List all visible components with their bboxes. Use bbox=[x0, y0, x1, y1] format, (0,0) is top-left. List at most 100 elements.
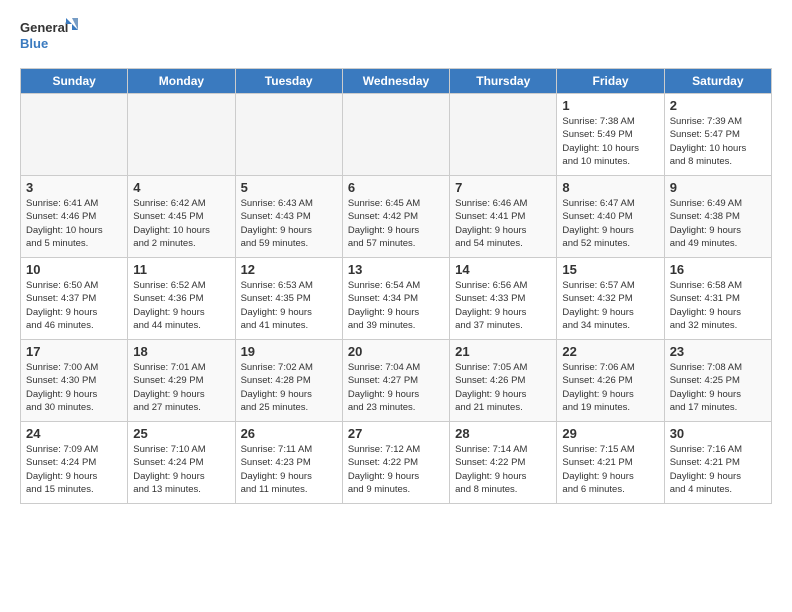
day-number: 17 bbox=[26, 344, 122, 359]
week-row-3: 17 Sunrise: 7:00 AM Sunset: 4:30 PM Dayli… bbox=[21, 340, 772, 422]
weekday-friday: Friday bbox=[557, 69, 664, 94]
day-info: Sunrise: 6:45 AM Sunset: 4:42 PM Dayligh… bbox=[348, 197, 444, 250]
day-info: Sunrise: 7:14 AM Sunset: 4:22 PM Dayligh… bbox=[455, 443, 551, 496]
day-info: Sunrise: 6:41 AM Sunset: 4:46 PM Dayligh… bbox=[26, 197, 122, 250]
day-cell: 14Sunrise: 6:56 AM Sunset: 4:33 PM Dayli… bbox=[450, 258, 557, 340]
day-cell: 17 Sunrise: 7:00 AM Sunset: 4:30 PM Dayli… bbox=[21, 340, 128, 422]
day-cell: 12 Sunrise: 6:53 AM Sunset: 4:35 PM Dayli… bbox=[235, 258, 342, 340]
day-info: Sunrise: 7:10 AM Sunset: 4:24 PM Dayligh… bbox=[133, 443, 229, 496]
day-number: 13 bbox=[348, 262, 444, 277]
day-info: Sunrise: 6:42 AM Sunset: 4:45 PM Dayligh… bbox=[133, 197, 229, 250]
day-number: 22 bbox=[562, 344, 658, 359]
logo: General Blue bbox=[20, 16, 80, 58]
logo-svg: General Blue bbox=[20, 16, 80, 58]
day-number: 4 bbox=[133, 180, 229, 195]
day-number: 3 bbox=[26, 180, 122, 195]
day-cell: 26 Sunrise: 7:11 AM Sunset: 4:23 PM Dayli… bbox=[235, 422, 342, 504]
day-info: Sunrise: 6:46 AM Sunset: 4:41 PM Dayligh… bbox=[455, 197, 551, 250]
day-number: 11 bbox=[133, 262, 229, 277]
day-info: Sunrise: 7:00 AM Sunset: 4:30 PM Dayligh… bbox=[26, 361, 122, 414]
day-info: Sunrise: 6:52 AM Sunset: 4:36 PM Dayligh… bbox=[133, 279, 229, 332]
day-cell: 7Sunrise: 6:46 AM Sunset: 4:41 PM Daylig… bbox=[450, 176, 557, 258]
day-number: 25 bbox=[133, 426, 229, 441]
day-cell: 3 Sunrise: 6:41 AM Sunset: 4:46 PM Daylig… bbox=[21, 176, 128, 258]
header-area: General Blue bbox=[20, 16, 772, 58]
day-info: Sunrise: 7:06 AM Sunset: 4:26 PM Dayligh… bbox=[562, 361, 658, 414]
page: General Blue SundayMondayTuesdayWednesda… bbox=[0, 0, 792, 514]
day-cell: 29Sunrise: 7:15 AM Sunset: 4:21 PM Dayli… bbox=[557, 422, 664, 504]
day-number: 29 bbox=[562, 426, 658, 441]
day-info: Sunrise: 6:58 AM Sunset: 4:31 PM Dayligh… bbox=[670, 279, 766, 332]
day-info: Sunrise: 7:08 AM Sunset: 4:25 PM Dayligh… bbox=[670, 361, 766, 414]
day-cell: 19Sunrise: 7:02 AM Sunset: 4:28 PM Dayli… bbox=[235, 340, 342, 422]
svg-text:Blue: Blue bbox=[20, 36, 48, 51]
day-info: Sunrise: 7:05 AM Sunset: 4:26 PM Dayligh… bbox=[455, 361, 551, 414]
day-info: Sunrise: 7:04 AM Sunset: 4:27 PM Dayligh… bbox=[348, 361, 444, 414]
day-cell: 21 Sunrise: 7:05 AM Sunset: 4:26 PM Dayli… bbox=[450, 340, 557, 422]
day-cell: 6 Sunrise: 6:45 AM Sunset: 4:42 PM Daylig… bbox=[342, 176, 449, 258]
day-number: 26 bbox=[241, 426, 337, 441]
day-info: Sunrise: 6:50 AM Sunset: 4:37 PM Dayligh… bbox=[26, 279, 122, 332]
day-cell: 23 Sunrise: 7:08 AM Sunset: 4:25 PM Dayli… bbox=[664, 340, 771, 422]
day-cell: 16 Sunrise: 6:58 AM Sunset: 4:31 PM Dayli… bbox=[664, 258, 771, 340]
day-info: Sunrise: 7:16 AM Sunset: 4:21 PM Dayligh… bbox=[670, 443, 766, 496]
week-row-1: 3 Sunrise: 6:41 AM Sunset: 4:46 PM Daylig… bbox=[21, 176, 772, 258]
day-cell: 13 Sunrise: 6:54 AM Sunset: 4:34 PM Dayli… bbox=[342, 258, 449, 340]
day-cell: 15Sunrise: 6:57 AM Sunset: 4:32 PM Dayli… bbox=[557, 258, 664, 340]
day-info: Sunrise: 6:43 AM Sunset: 4:43 PM Dayligh… bbox=[241, 197, 337, 250]
day-number: 21 bbox=[455, 344, 551, 359]
day-number: 19 bbox=[241, 344, 337, 359]
day-info: Sunrise: 7:39 AM Sunset: 5:47 PM Dayligh… bbox=[670, 115, 766, 168]
day-number: 20 bbox=[348, 344, 444, 359]
weekday-saturday: Saturday bbox=[664, 69, 771, 94]
day-info: Sunrise: 7:09 AM Sunset: 4:24 PM Dayligh… bbox=[26, 443, 122, 496]
day-info: Sunrise: 6:49 AM Sunset: 4:38 PM Dayligh… bbox=[670, 197, 766, 250]
day-cell: 30Sunrise: 7:16 AM Sunset: 4:21 PM Dayli… bbox=[664, 422, 771, 504]
day-cell: 2Sunrise: 7:39 AM Sunset: 5:47 PM Daylig… bbox=[664, 94, 771, 176]
week-row-2: 10 Sunrise: 6:50 AM Sunset: 4:37 PM Dayli… bbox=[21, 258, 772, 340]
day-cell: 28 Sunrise: 7:14 AM Sunset: 4:22 PM Dayli… bbox=[450, 422, 557, 504]
day-cell bbox=[235, 94, 342, 176]
day-number: 12 bbox=[241, 262, 337, 277]
day-cell bbox=[450, 94, 557, 176]
day-number: 28 bbox=[455, 426, 551, 441]
day-cell: 8 Sunrise: 6:47 AM Sunset: 4:40 PM Daylig… bbox=[557, 176, 664, 258]
day-number: 16 bbox=[670, 262, 766, 277]
day-number: 8 bbox=[562, 180, 658, 195]
day-number: 1 bbox=[562, 98, 658, 113]
day-info: Sunrise: 6:54 AM Sunset: 4:34 PM Dayligh… bbox=[348, 279, 444, 332]
day-number: 23 bbox=[670, 344, 766, 359]
day-cell bbox=[342, 94, 449, 176]
day-info: Sunrise: 6:47 AM Sunset: 4:40 PM Dayligh… bbox=[562, 197, 658, 250]
weekday-thursday: Thursday bbox=[450, 69, 557, 94]
day-cell: 10 Sunrise: 6:50 AM Sunset: 4:37 PM Dayli… bbox=[21, 258, 128, 340]
day-cell: 1 Sunrise: 7:38 AM Sunset: 5:49 PM Daylig… bbox=[557, 94, 664, 176]
day-info: Sunrise: 7:38 AM Sunset: 5:49 PM Dayligh… bbox=[562, 115, 658, 168]
day-info: Sunrise: 6:56 AM Sunset: 4:33 PM Dayligh… bbox=[455, 279, 551, 332]
day-number: 10 bbox=[26, 262, 122, 277]
day-number: 24 bbox=[26, 426, 122, 441]
day-cell: 27Sunrise: 7:12 AM Sunset: 4:22 PM Dayli… bbox=[342, 422, 449, 504]
day-info: Sunrise: 7:12 AM Sunset: 4:22 PM Dayligh… bbox=[348, 443, 444, 496]
svg-text:General: General bbox=[20, 20, 68, 35]
day-cell bbox=[21, 94, 128, 176]
weekday-sunday: Sunday bbox=[21, 69, 128, 94]
day-number: 18 bbox=[133, 344, 229, 359]
day-cell: 9 Sunrise: 6:49 AM Sunset: 4:38 PM Daylig… bbox=[664, 176, 771, 258]
day-info: Sunrise: 7:11 AM Sunset: 4:23 PM Dayligh… bbox=[241, 443, 337, 496]
calendar-table: SundayMondayTuesdayWednesdayThursdayFrid… bbox=[20, 68, 772, 504]
day-cell: 22 Sunrise: 7:06 AM Sunset: 4:26 PM Dayli… bbox=[557, 340, 664, 422]
day-cell: 25 Sunrise: 7:10 AM Sunset: 4:24 PM Dayli… bbox=[128, 422, 235, 504]
day-cell: 20 Sunrise: 7:04 AM Sunset: 4:27 PM Dayli… bbox=[342, 340, 449, 422]
day-cell bbox=[128, 94, 235, 176]
day-cell: 4 Sunrise: 6:42 AM Sunset: 4:45 PM Daylig… bbox=[128, 176, 235, 258]
weekday-wednesday: Wednesday bbox=[342, 69, 449, 94]
day-info: Sunrise: 6:53 AM Sunset: 4:35 PM Dayligh… bbox=[241, 279, 337, 332]
week-row-0: 1 Sunrise: 7:38 AM Sunset: 5:49 PM Daylig… bbox=[21, 94, 772, 176]
week-row-4: 24 Sunrise: 7:09 AM Sunset: 4:24 PM Dayli… bbox=[21, 422, 772, 504]
day-info: Sunrise: 7:01 AM Sunset: 4:29 PM Dayligh… bbox=[133, 361, 229, 414]
day-cell: 11 Sunrise: 6:52 AM Sunset: 4:36 PM Dayli… bbox=[128, 258, 235, 340]
day-cell: 24 Sunrise: 7:09 AM Sunset: 4:24 PM Dayli… bbox=[21, 422, 128, 504]
day-number: 6 bbox=[348, 180, 444, 195]
day-number: 9 bbox=[670, 180, 766, 195]
